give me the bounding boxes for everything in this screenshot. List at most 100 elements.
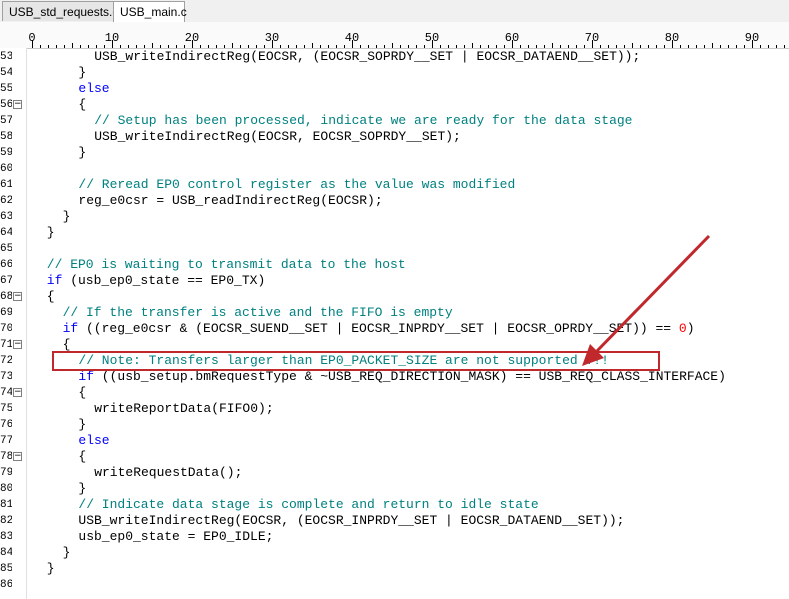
code-text: }: [63, 545, 71, 561]
line-number: 85: [0, 563, 12, 575]
code-token: (usb_ep0_state == EP0_TX): [62, 273, 266, 288]
code-line: // Indicate data stage is complete and r…: [26, 497, 789, 513]
line-number: 54: [0, 67, 12, 79]
code-text: }: [47, 225, 55, 241]
fold-toggle-icon[interactable]: −: [13, 292, 22, 301]
line-number: 56: [0, 99, 12, 111]
tab-usb-std-requests[interactable]: USB_std_requests.c: [2, 1, 118, 21]
code-line: USB_writeIndirectReg(EOCSR, EOCSR_SOPRDY…: [26, 129, 789, 145]
code-line: else: [26, 433, 789, 449]
code-line: {: [26, 289, 789, 305]
code-line: }: [26, 417, 789, 433]
code-line: USB_writeIndirectReg(EOCSR, (EOCSR_SOPRD…: [26, 49, 789, 65]
line-number: 72: [0, 355, 12, 367]
code-token: writeRequestData();: [94, 465, 243, 480]
code-text: writeReportData(FIFO0);: [94, 401, 273, 417]
code-line: }: [26, 561, 789, 577]
fold-toggle-icon[interactable]: −: [13, 388, 22, 397]
code-text: USB_writeIndirectReg(EOCSR, (EOCSR_SOPRD…: [94, 49, 640, 65]
column-ruler: 0 10 20 30 40 50 60 70 80 90: [0, 22, 789, 49]
comment-token: // If the transfer is active and the FIF…: [62, 305, 453, 320]
comment-token: // Reread EP0 control register as the va…: [78, 177, 516, 192]
fold-toggle-icon[interactable]: −: [13, 452, 22, 461]
code-token: USB_writeIndirectReg(EOCSR, EOCSR_SOPRDY…: [94, 129, 461, 144]
code-text: USB_writeIndirectReg(EOCSR, (EOCSR_INPRD…: [78, 513, 624, 529]
line-number: 71: [0, 339, 12, 351]
code-text: writeRequestData();: [94, 465, 242, 481]
line-number: 57: [0, 115, 12, 127]
code-text: // Indicate data stage is complete and r…: [78, 497, 538, 513]
code-text: }: [63, 209, 71, 225]
line-number: 61: [0, 179, 12, 191]
code-text: }: [78, 65, 86, 81]
line-number: 76: [0, 419, 12, 431]
code-editor[interactable]: USB_writeIndirectReg(EOCSR, (EOCSR_SOPRD…: [26, 48, 789, 599]
ruler-label: 80: [664, 31, 680, 45]
code-line: else: [26, 81, 789, 97]
code-line: writeReportData(FIFO0);: [26, 401, 789, 417]
code-token: ((usb_setup.bmRequestType & ~USB_REQ_DIR…: [94, 369, 726, 384]
line-number: 73: [0, 371, 12, 383]
number-token: 0: [678, 321, 687, 336]
line-number: 77: [0, 435, 12, 447]
code-token: {: [62, 337, 71, 352]
code-line: }: [26, 65, 789, 81]
line-number: 53: [0, 51, 12, 63]
code-text: {: [78, 449, 86, 465]
line-number: 74: [0, 387, 12, 399]
code-line: reg_e0csr = USB_readIndirectReg(EOCSR);: [26, 193, 789, 209]
code-token: writeReportData(FIFO0);: [94, 401, 274, 416]
ruler-label: 50: [424, 31, 440, 45]
fold-toggle-icon[interactable]: −: [13, 340, 22, 349]
code-token: }: [78, 481, 87, 496]
code-line: // EP0 is waiting to transmit data to th…: [26, 257, 789, 273]
code-line: if (usb_ep0_state == EP0_TX): [26, 273, 789, 289]
code-text: // EP0 is waiting to transmit data to th…: [47, 257, 406, 273]
code-text: // If the transfer is active and the FIF…: [63, 305, 453, 321]
tab-usb-main[interactable]: USB_main.c: [113, 1, 187, 23]
ruler-label: 90: [744, 31, 760, 45]
code-token: usb_ep0_state = EP0_IDLE;: [78, 529, 274, 544]
line-number: 58: [0, 131, 12, 143]
code-token: {: [46, 289, 55, 304]
code-token: }: [46, 225, 55, 240]
line-number: 69: [0, 307, 12, 319]
line-number: 62: [0, 195, 12, 207]
code-text: if ((usb_setup.bmRequestType & ~USB_REQ_…: [78, 369, 726, 385]
code-token: USB_writeIndirectReg(EOCSR, (EOCSR_SOPRD…: [94, 49, 641, 64]
line-number: 83: [0, 531, 12, 543]
line-number: 59: [0, 147, 12, 159]
code-line: {: [26, 97, 789, 113]
code-line: }: [26, 481, 789, 497]
code-line: if ((reg_e0csr & (EOCSR_SUEND__SET | EOC…: [26, 321, 789, 337]
code-text: }: [78, 481, 86, 497]
comment-token: // Indicate data stage is complete and r…: [78, 497, 539, 512]
code-text: USB_writeIndirectReg(EOCSR, EOCSR_SOPRDY…: [94, 129, 461, 145]
code-token: }: [46, 561, 55, 576]
ruler-label: 10: [104, 31, 120, 45]
line-number: 67: [0, 275, 12, 287]
code-token: ): [686, 321, 695, 336]
comment-token: // EP0 is waiting to transmit data to th…: [46, 257, 406, 272]
code-token: }: [78, 65, 87, 80]
fold-toggle-icon[interactable]: −: [13, 100, 22, 109]
code-line: }: [26, 145, 789, 161]
code-text: else: [78, 433, 109, 449]
code-text: }: [78, 417, 86, 433]
keyword-token: if: [78, 369, 94, 384]
code-token: }: [78, 417, 87, 432]
line-number: 65: [0, 243, 12, 255]
code-token: USB_writeIndirectReg(EOCSR, (EOCSR_INPRD…: [78, 513, 625, 528]
code-text: {: [78, 385, 86, 401]
code-token: ((reg_e0csr & (EOCSR_SUEND__SET | EOCSR_…: [78, 321, 679, 336]
code-line: // Setup has been processed, indicate we…: [26, 113, 789, 129]
code-line: }: [26, 225, 789, 241]
line-number: 75: [0, 403, 12, 415]
ruler-label: 20: [184, 31, 200, 45]
code-text: {: [47, 289, 55, 305]
line-number: 63: [0, 211, 12, 223]
code-text: if (usb_ep0_state == EP0_TX): [47, 273, 265, 289]
